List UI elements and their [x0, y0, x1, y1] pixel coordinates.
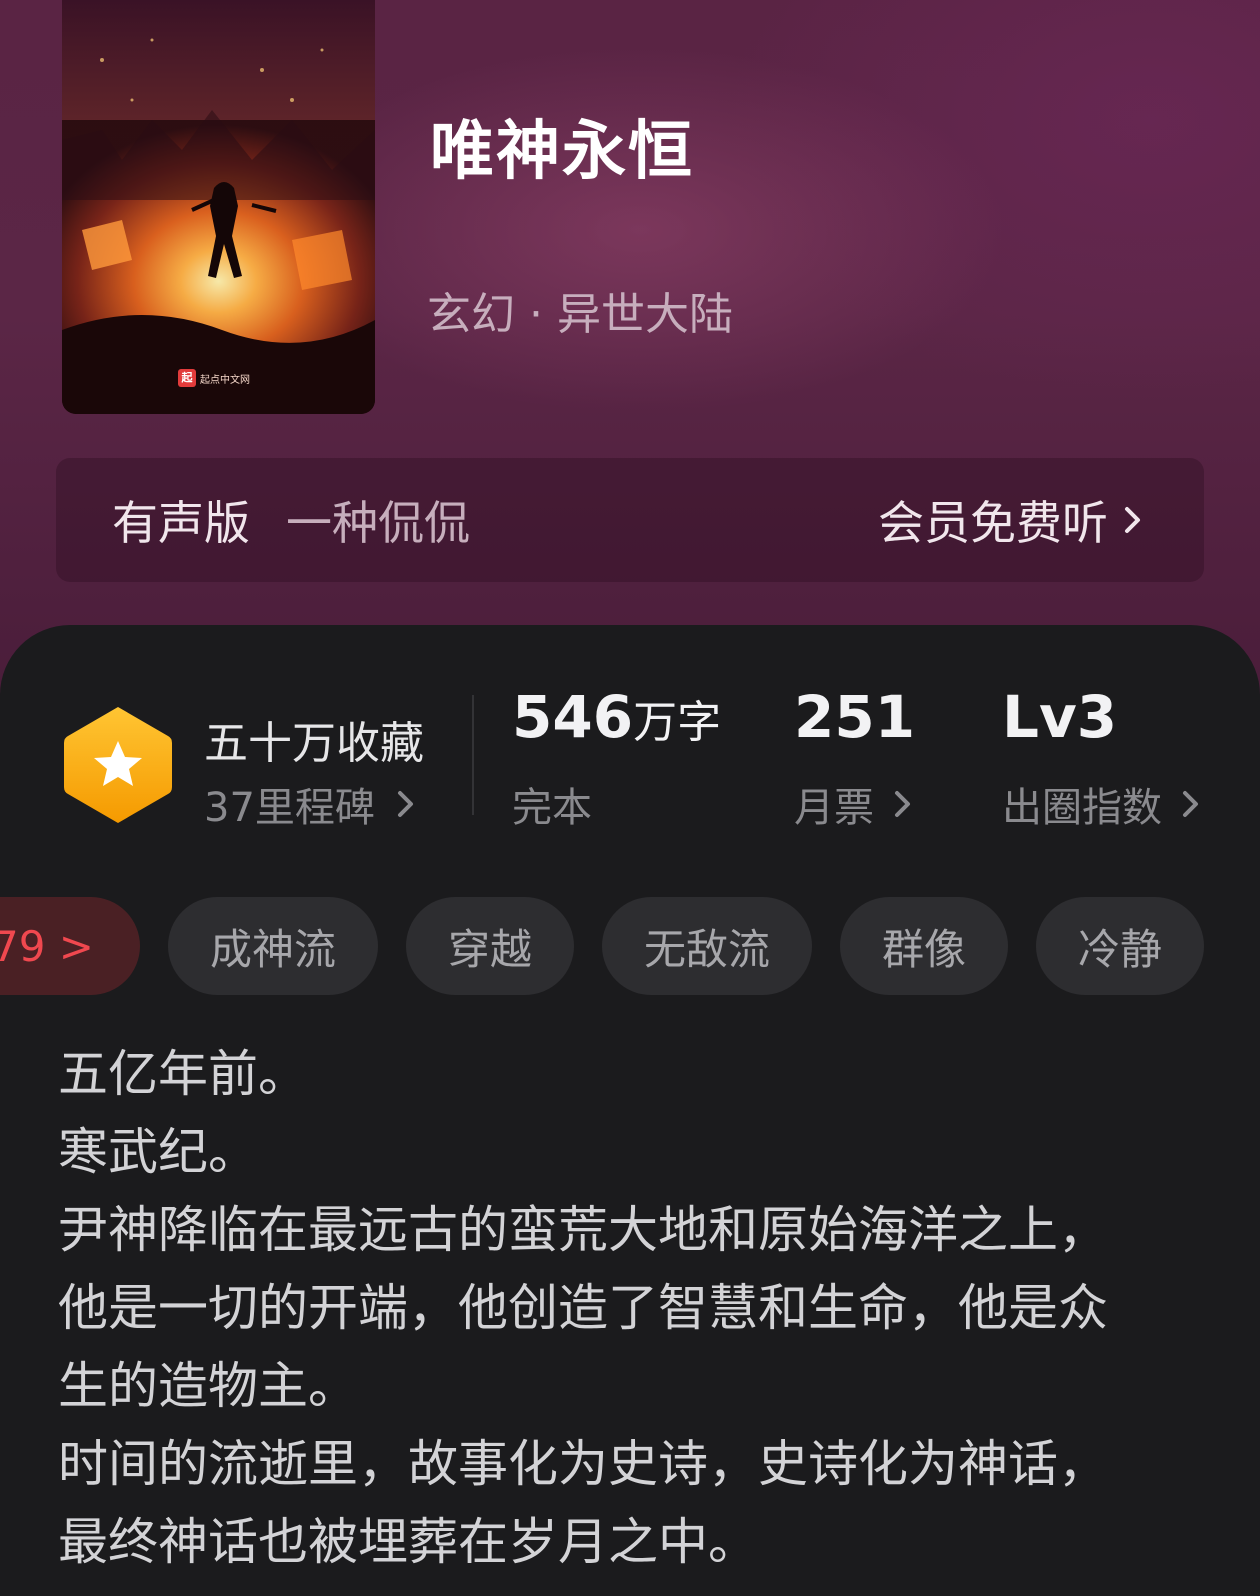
milestones-link[interactable]: 37里程碑 — [204, 775, 419, 833]
chevron-right-icon — [1183, 791, 1198, 817]
synopsis-line: 他是一切的开端，他创造了智慧和生命，他是众 — [58, 1279, 1108, 1337]
tag-chip[interactable]: 群像 — [840, 897, 1008, 995]
book-title: 唯神永恒 — [430, 115, 694, 189]
word-count: 546万字 — [512, 683, 721, 751]
tag-row: 379 > 成神流 穿越 无敌流 群像 冷静 — [0, 897, 1260, 997]
stats-divider — [472, 695, 474, 815]
synopsis-line: 寒武纪。 — [58, 1123, 258, 1181]
listen-free-label: 会员免费听 — [878, 496, 1108, 550]
tag-chip[interactable]: 穿越 — [406, 897, 574, 995]
book-synopsis[interactable]: 五亿年前。 寒武纪。 尹神降临在最远古的蛮荒大地和原始海洋之上， 他是一切的开端… — [58, 1035, 1208, 1581]
audio-version-bar[interactable]: 有声版 一种侃侃 会员免费听 — [56, 458, 1204, 582]
synopsis-line: 五亿年前。 — [58, 1045, 308, 1103]
monthly-tickets-link[interactable]: 月票 — [794, 775, 916, 833]
word-count-unit: 万字 — [633, 697, 722, 748]
popularity-level-value: Lv3 — [1002, 683, 1118, 751]
synopsis-line: 尹神降临在最远古的蛮荒大地和原始海洋之上， — [58, 1201, 1108, 1259]
synopsis-line: 时间的流逝里，故事化为史诗，史诗化为神话， — [58, 1435, 1108, 1493]
tag-chip[interactable]: 成神流 — [168, 897, 378, 995]
book-detail-panel: 五十万收藏 37里程碑 546万字 完本 251 月票 Lv3 出圈指数 379… — [0, 625, 1260, 1596]
audio-narrator: 一种侃侃 — [286, 496, 470, 550]
monthly-tickets-value: 251 — [794, 683, 916, 751]
cover-publisher-mark: 起 起点中文网 — [178, 369, 250, 387]
monthly-tickets-label: 月票 — [794, 785, 874, 831]
listen-free-button[interactable]: 会员免费听 — [878, 487, 1146, 553]
completion-status: 完本 — [512, 775, 592, 833]
favorites-count: 五十万收藏 — [204, 718, 424, 769]
book-genre[interactable]: 玄幻 · 异世大陆 — [427, 278, 733, 342]
word-count-value: 546 — [512, 683, 634, 751]
book-header: 起 起点中文网 唯神永恒 玄幻 · 异世大陆 有声版 一种侃侃 会员免费听 — [0, 0, 1260, 700]
rank-tag[interactable]: 379 > — [0, 897, 140, 995]
popularity-index-label: 出圈指数 — [1002, 785, 1162, 831]
publisher-logo-icon: 起 — [178, 369, 196, 387]
tag-chip[interactable]: 冷静 — [1036, 897, 1204, 995]
popularity-index-link[interactable]: 出圈指数 — [1002, 775, 1204, 833]
chevron-right-icon — [1125, 507, 1140, 533]
milestones-label: 37里程碑 — [204, 785, 375, 831]
synopsis-line: 生的造物主。 — [58, 1357, 358, 1415]
completion-status-label: 完本 — [512, 785, 592, 831]
audio-label: 有声版 — [112, 496, 250, 550]
publisher-name: 起点中文网 — [200, 374, 250, 386]
tag-chip[interactable]: 无敌流 — [602, 897, 812, 995]
collection-badge-icon[interactable] — [62, 703, 174, 827]
chevron-right-icon — [895, 791, 910, 817]
chevron-right-icon — [397, 791, 413, 817]
cover-artwork — [62, 0, 375, 414]
star-hexagon-icon — [64, 707, 172, 823]
synopsis-line: 最终神话也被埋葬在岁月之中。 — [58, 1513, 758, 1571]
book-cover-image[interactable]: 起 起点中文网 — [62, 0, 375, 414]
